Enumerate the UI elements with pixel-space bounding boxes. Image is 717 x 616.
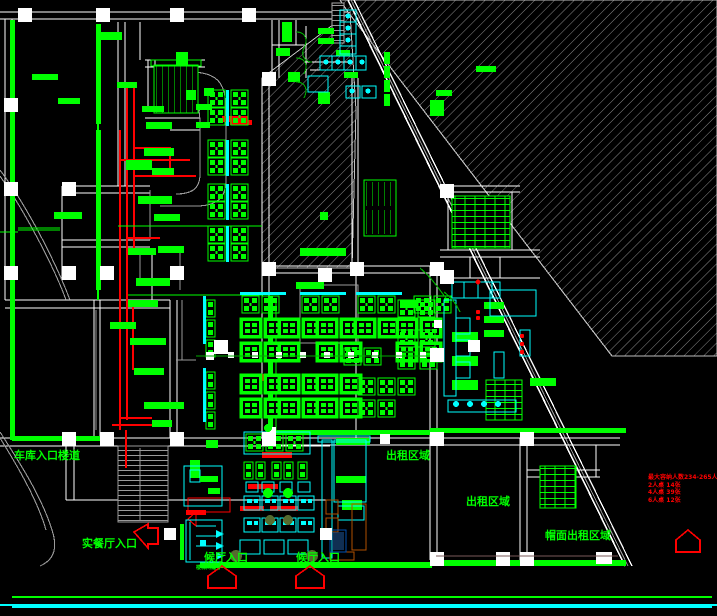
capacity-note-line-1: 2人桌 14张 (648, 481, 681, 489)
capacity-note-line-2: 4人桌 39张 (648, 489, 681, 496)
label-stair-number-note: 楼梯间编号 (196, 565, 222, 571)
label-waiting-hall-entrance-1: 候厅入口 (204, 551, 248, 564)
label-rental-area-2: 出租区域 (466, 495, 510, 508)
capacity-note-title: 最大容纳人数234-265人 (648, 474, 717, 481)
cad-canvas[interactable]: 车库入口楼道 实餐厅入口 候厅入口 候厅入口 出租区域 出租区域 帽面出租区域 … (0, 0, 717, 616)
label-facade-rental-area: 帽面出租区域 (545, 529, 611, 542)
floor-plan-vector (0, 0, 717, 616)
label-garage-entrance-corridor: 车库入口楼道 (14, 449, 80, 462)
label-rental-area-1: 出租区域 (386, 449, 430, 462)
label-restaurant-entrance: 实餐厅入口 (82, 537, 137, 550)
label-waiting-hall-entrance-2: 候厅入口 (296, 551, 340, 564)
capacity-note: 最大容纳人数234-265人 2人桌 14张 4人桌 39张 6人桌 12张 (648, 474, 717, 504)
capacity-note-line-3: 6人桌 12张 (648, 496, 681, 504)
